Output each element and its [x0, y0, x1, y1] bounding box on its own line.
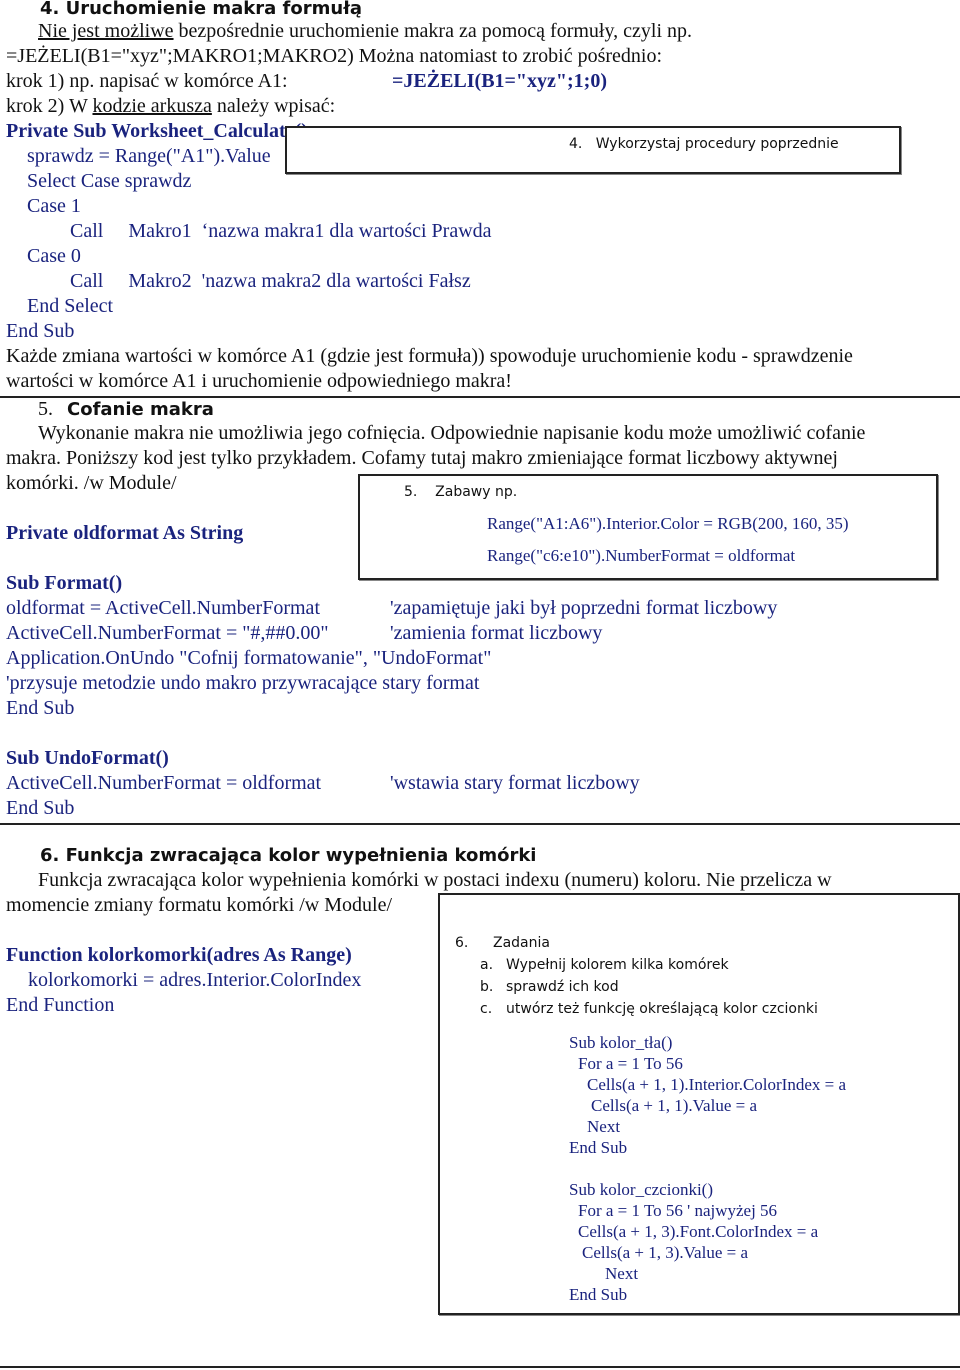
callout-text: 4. Wykorzystaj procedury poprzednie	[569, 136, 839, 152]
code-line: Case 0	[27, 245, 81, 267]
code-line: ActiveCell.NumberFormat = "#,##0.00"	[6, 622, 329, 644]
underlined-phrase: Nie jest możliwe	[38, 20, 174, 42]
underlined-phrase: kodzie arkusza	[92, 95, 212, 117]
step-1-text: krok 1) np. napisać w komórce A1:	[6, 70, 288, 92]
step-2-text: krok 2) W kodzie arkusza należy wpisać:	[6, 95, 335, 118]
code-line: Function kolorkomorki(adres As Range)	[6, 944, 352, 966]
callout-number: 6.	[455, 935, 469, 951]
step-2-rest: należy wpisać:	[211, 95, 336, 117]
divider	[0, 1366, 960, 1368]
section-4-heading: 4. Uruchomienie makra formułą	[40, 0, 363, 19]
section-5-para-line-1: Wykonanie makra nie umożliwia jego cofni…	[38, 422, 866, 444]
section-6-heading: 6. Funkcja zwracająca kolor wypełnienia …	[40, 845, 537, 866]
callout-code-line: Range("c6:e10").NumberFormat = oldformat	[487, 546, 796, 565]
code-comment: 'przysuje metodzie undo makro przywracaj…	[6, 672, 480, 694]
callout-box-5: 5. Zabawy np. Range("A1:A6").Interior.Co…	[358, 474, 938, 580]
code-line: Case 1	[27, 195, 81, 217]
code-line: oldformat = ActiveCell.NumberFormat	[6, 597, 320, 619]
code-line: Sub UndoFormat()	[6, 747, 169, 769]
code-line: Cells(a + 1, 3).Font.ColorIndex = a	[578, 1222, 819, 1241]
code-line: For a = 1 To 56	[578, 1054, 683, 1073]
step-2-prefix: krok 2) W	[6, 95, 93, 117]
code-line: End Sub	[6, 697, 75, 719]
task-text: sprawdź ich kod	[506, 979, 619, 995]
code-line: Next	[605, 1264, 639, 1283]
code-line: Sub kolor_tła()	[569, 1033, 673, 1052]
task-text: utwórz też funkcję określającą kolor czc…	[506, 1001, 818, 1017]
section-6-para-line-1: Funkcja zwracająca kolor wypełnienia kom…	[38, 869, 832, 891]
step-1-formula: =JEŻELI(B1="xyz";1;0)	[392, 70, 607, 92]
code-line: End Function	[6, 994, 115, 1016]
code-line: Next	[587, 1117, 621, 1136]
heading-text: Cofanie makra	[67, 399, 214, 420]
code-comment: 'zapamiętuje jaki był poprzedni format l…	[390, 597, 778, 619]
task-text: Wypełnij kolorem kilka komórek	[506, 957, 729, 973]
code-line: Call Makro2 'nazwa makra2 dla wartości F…	[70, 270, 471, 292]
task-marker: b.	[480, 979, 494, 995]
code-comment: 'wstawia stary format liczbowy	[390, 772, 640, 794]
section-4-intro-line-2: =JEŻELI(B1="xyz";MAKRO1;MAKRO2) Można na…	[6, 45, 663, 67]
section-4-note-line-1: Każde zmiana wartości w komórce A1 (gdzi…	[6, 345, 853, 367]
section-5-heading: 5. Cofanie makra	[38, 398, 214, 421]
task-marker: c.	[480, 1001, 493, 1017]
divider	[0, 823, 960, 825]
code-line: Sub Format()	[6, 572, 123, 594]
code-line: Cells(a + 1, 1).Value = a	[591, 1096, 757, 1115]
code-line: Application.OnUndo "Cofnij formatowanie"…	[6, 647, 492, 669]
code-line: kolorkomorki = adres.Interior.ColorIndex	[28, 969, 362, 991]
section-4-intro-line-1: Nie jest możliwe bezpośrednie uruchomien…	[38, 20, 692, 43]
section-5-para-line-2: makra. Poniższy kod jest tylko przykłade…	[6, 447, 838, 469]
code-line: Sub kolor_czcionki()	[569, 1180, 713, 1199]
task-marker: a.	[480, 957, 494, 973]
callout-title: Zadania	[493, 935, 550, 951]
code-line: End Sub	[6, 797, 75, 819]
code-line: sprawdz = Range("A1").Value	[27, 145, 271, 167]
code-line: Cells(a + 1, 1).Interior.ColorIndex = a	[587, 1075, 847, 1094]
heading-number: 5.	[38, 398, 53, 420]
code-line: For a = 1 To 56 ' najwyżej 56	[578, 1201, 778, 1220]
callout-box-6: 6. Zadania a. Wypełnij kolorem kilka kom…	[438, 893, 960, 1315]
intro-text: bezpośrednie uruchomienie makra za pomoc…	[173, 20, 693, 42]
callout-box-4: 4. Wykorzystaj procedury poprzednie	[285, 126, 901, 174]
code-line: Private Sub Worksheet_Calculate()	[6, 120, 308, 142]
section-4-note-line-2: wartości w komórce A1 i uruchomienie odp…	[6, 370, 512, 392]
code-line: Call Makro1 ‘nazwa makra1 dla wartości P…	[70, 220, 492, 242]
code-line: Private oldformat As String	[6, 522, 244, 544]
code-line: End Sub	[569, 1138, 628, 1157]
code-line: ActiveCell.NumberFormat = oldformat	[6, 772, 322, 794]
section-6-para-line-2: momencie zmiany formatu komórki /w Modul…	[6, 894, 393, 916]
callout-code-line: Range("A1:A6").Interior.Color = RGB(200,…	[487, 514, 849, 533]
section-5-para-line-3: komórki. /w Module/	[6, 472, 177, 494]
code-line: Cells(a + 1, 3).Value = a	[582, 1243, 748, 1262]
code-line: End Select	[27, 295, 114, 317]
code-line: Select Case sprawdz	[27, 170, 192, 192]
code-comment: 'zamienia format liczbowy	[390, 622, 603, 644]
code-line: End Sub	[569, 1285, 628, 1304]
callout-title: 5. Zabawy np.	[404, 484, 518, 500]
code-line: End Sub	[6, 320, 75, 342]
